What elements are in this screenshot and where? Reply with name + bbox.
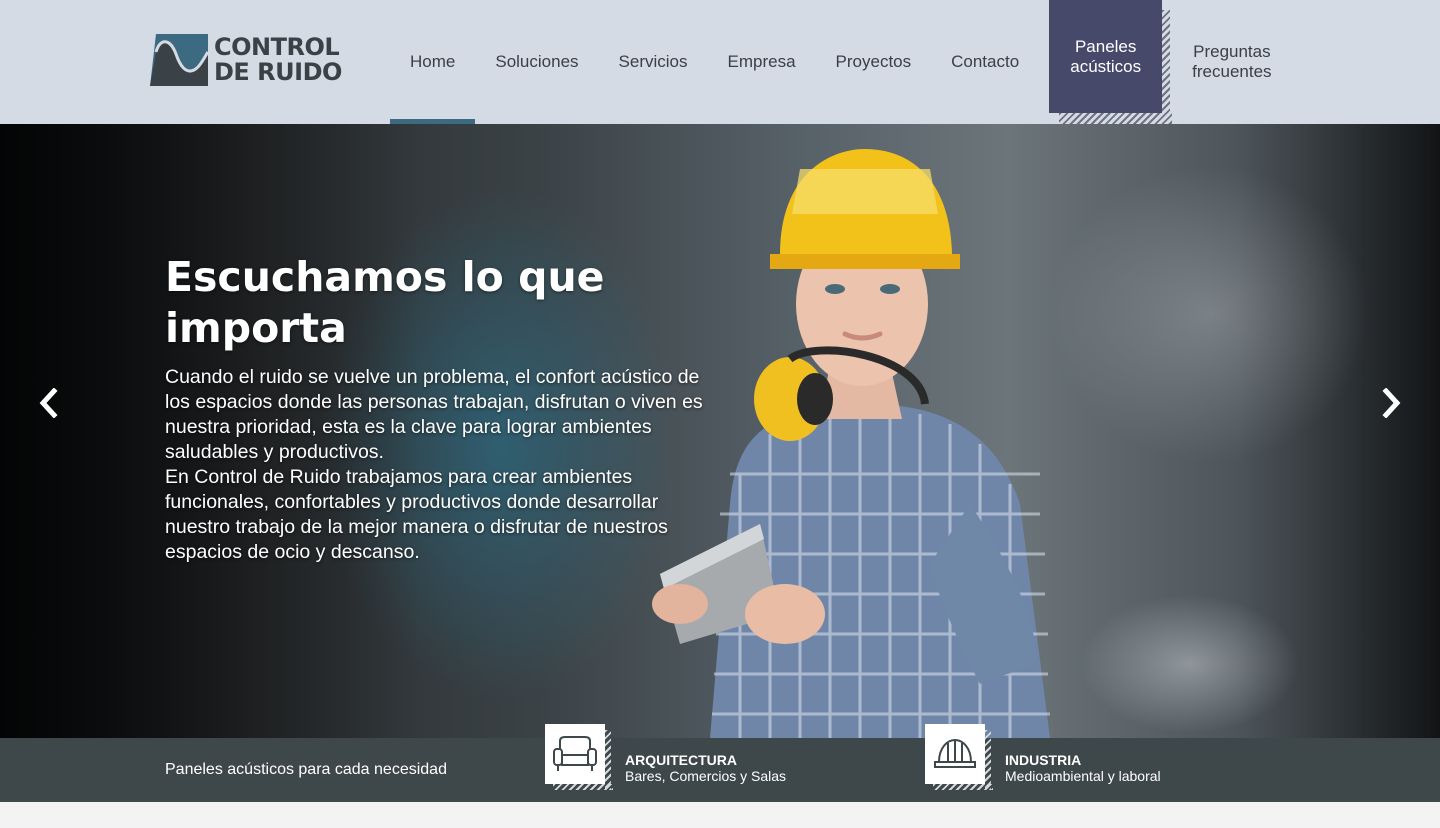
- nav-faq-line-1: Preguntas: [1193, 42, 1271, 61]
- main-nav: Home Soluciones Servicios Empresa Proyec…: [390, 0, 1292, 124]
- logo-wave-icon: [150, 34, 210, 86]
- logo-line-1: CONTROL: [214, 33, 340, 61]
- hero-background-shape: [1080, 594, 1300, 734]
- nav-item-paneles-acusticos[interactable]: Paneles acústicos: [1049, 0, 1173, 124]
- nav-item-proyectos[interactable]: Proyectos: [816, 0, 932, 124]
- hero-background-shape: [1050, 164, 1370, 464]
- category-title: ARQUITECTURA: [625, 752, 737, 768]
- logo-wordmark: CONTROL DE RUIDO: [214, 35, 342, 85]
- hero-description: Cuando el ruido se vuelve un problema, e…: [165, 365, 705, 565]
- stripe-decoration: [933, 784, 993, 790]
- page-bottom-strip: [0, 802, 1440, 828]
- nav-item-soluciones[interactable]: Soluciones: [475, 0, 598, 124]
- nav-faq-line-2: frecuentes: [1192, 62, 1272, 81]
- hard-hat-icon: [934, 738, 976, 768]
- category-arquitectura[interactable]: ARQUITECTURA Bares, Comercios y Salas: [545, 724, 786, 790]
- category-text: ARQUITECTURA Bares, Comercios y Salas: [625, 752, 786, 784]
- category-subtitle: Bares, Comercios y Salas: [625, 768, 787, 784]
- chevron-right-icon: [1382, 388, 1401, 418]
- solutions-band: Paneles acústicos para cada necesidad AR…: [0, 724, 1440, 802]
- hero-title: Escuchamos lo que importa: [165, 253, 605, 352]
- stripe-decoration: [605, 730, 611, 790]
- nav-item-preguntas-frecuentes[interactable]: Preguntas frecuentes: [1172, 0, 1291, 124]
- nav-item-home[interactable]: Home: [390, 0, 476, 124]
- carousel-prev-button[interactable]: [33, 386, 63, 420]
- armchair-icon-box: [545, 724, 613, 790]
- category-text: INDUSTRIA Medioambiental y laboral: [1005, 752, 1161, 784]
- category-industria[interactable]: INDUSTRIA Medioambiental y laboral: [925, 724, 1161, 790]
- logo-line-2: DE RUIDO: [214, 58, 342, 86]
- site-header: CONTROL DE RUIDO Home Soluciones Servici…: [0, 0, 1440, 124]
- chevron-left-icon: [39, 388, 58, 418]
- nav-special-line-2: acústicos: [1070, 56, 1142, 76]
- brand-logo[interactable]: CONTROL DE RUIDO: [150, 34, 345, 86]
- stripe-decoration: [1162, 10, 1171, 124]
- hero-worker-image: [652, 149, 1050, 738]
- hero-paragraph-2: En Control de Ruido trabajamos para crea…: [165, 466, 668, 563]
- category-title: INDUSTRIA: [1005, 752, 1082, 768]
- stripe-decoration: [553, 784, 613, 790]
- nav-item-contacto[interactable]: Contacto: [931, 0, 1039, 124]
- hero-paragraph-1: Cuando el ruido se vuelve un problema, e…: [165, 366, 703, 463]
- band-label: Paneles acústicos para cada necesidad: [165, 761, 447, 778]
- hard-hat-icon-box: [925, 724, 993, 790]
- hero-carousel: Escuchamos lo que importa Cuando el ruid…: [0, 124, 1440, 738]
- stripe-decoration: [985, 730, 991, 790]
- category-subtitle: Medioambiental y laboral: [1005, 768, 1161, 784]
- nav-special-line-1: Paneles: [1074, 36, 1137, 56]
- nav-item-servicios[interactable]: Servicios: [599, 0, 708, 124]
- nav-item-empresa[interactable]: Empresa: [708, 0, 816, 124]
- stripe-decoration: [1059, 113, 1173, 124]
- carousel-next-button[interactable]: [1377, 386, 1407, 420]
- armchair-icon: [553, 736, 597, 771]
